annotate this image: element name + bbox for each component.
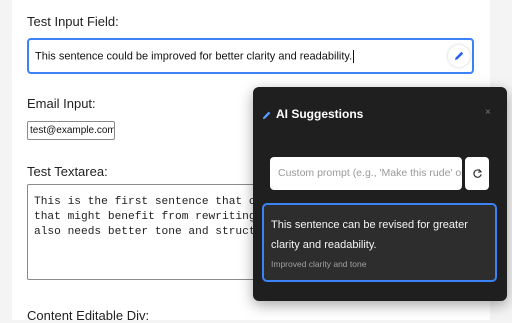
textarea-label: Test Textarea: <box>27 164 108 179</box>
test-input-label: Test Input Field: <box>27 14 119 29</box>
close-icon[interactable]: × <box>485 107 491 118</box>
refresh-icon <box>472 168 482 178</box>
ai-suggestions-panel: AI Suggestions × Custom prompt (e.g., 'M… <box>253 87 507 301</box>
test-input-field[interactable]: This sentence could be improved for bett… <box>27 38 474 74</box>
content-editable-label: Content Editable Div: <box>27 308 150 323</box>
email-input[interactable]: test@example.com <box>27 121 115 140</box>
test-input-value: This sentence could be improved for bett… <box>35 50 353 63</box>
custom-prompt-input[interactable]: Custom prompt (e.g., 'Make this rude' or… <box>270 157 462 190</box>
suggestion-note: Improved clarity and tone <box>271 259 367 269</box>
suggestion-card[interactable]: This sentence can be revised for greater… <box>262 203 497 282</box>
pencil-icon <box>261 108 272 126</box>
pencil-icon <box>455 51 464 60</box>
email-input-label: Email Input: <box>27 96 96 111</box>
ai-rewrite-button[interactable] <box>448 45 470 67</box>
refresh-button[interactable] <box>465 157 489 190</box>
panel-title: AI Suggestions <box>276 107 364 121</box>
suggestion-text: This sentence can be revised for greater… <box>271 219 468 251</box>
text-caret <box>353 50 355 63</box>
